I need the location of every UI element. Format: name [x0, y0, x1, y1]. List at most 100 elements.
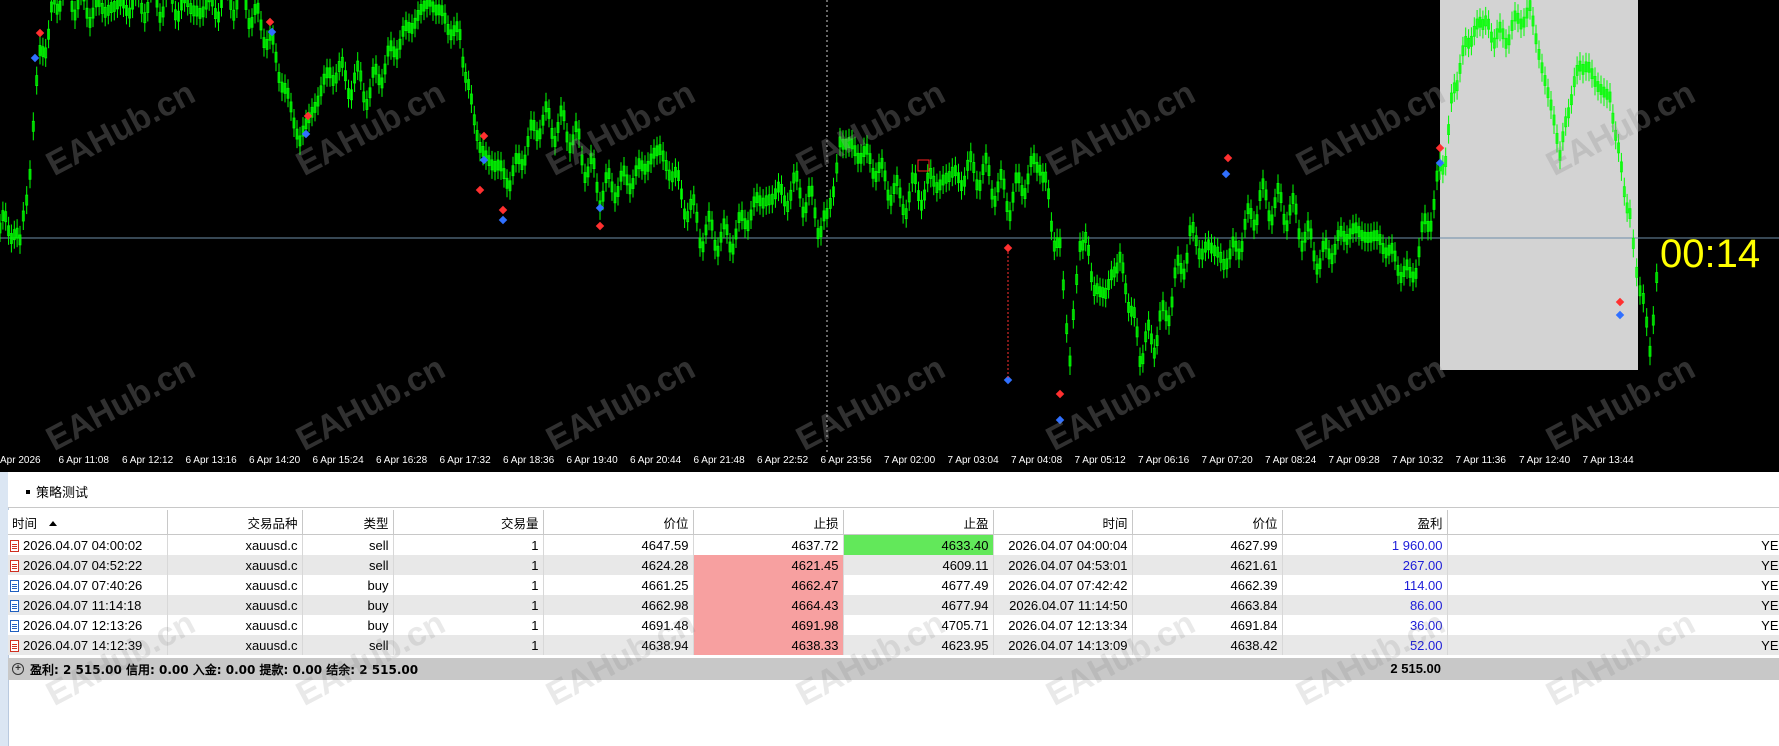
trade-history-grid[interactable]: 时间 交易品种 类型 交易量 价位 止损 止盈 时间 价位 盈利 2026.04…: [8, 510, 1779, 655]
cell-close-time: 2026.04.07 11:14:50: [993, 595, 1133, 615]
cell-comment: YE: [1447, 575, 1779, 595]
cell-close-time: 2026.04.07 04:53:01: [993, 555, 1133, 575]
sell-order-icon: [10, 559, 19, 572]
col-header-take-profit[interactable]: 止盈: [843, 510, 994, 535]
table-row[interactable]: 2026.04.07 14:12:39 xauusd.c sell 1 4638.94 4…: [8, 635, 1779, 655]
cell-volume: 1: [393, 595, 544, 615]
time-axis-label: 6 Apr 16:28: [376, 455, 428, 466]
cell-type: buy: [302, 595, 394, 615]
time-axis: Apr 2026 6 Apr 11:08 6 Apr 12:12 6 Apr 13:1…: [0, 452, 1779, 472]
time-axis-label: 7 Apr 06:16: [1138, 455, 1190, 466]
time-axis-label: 7 Apr 13:44: [1582, 455, 1634, 466]
cell-comment: YE: [1447, 595, 1779, 615]
col-header-profit[interactable]: 盈利: [1282, 510, 1448, 535]
sell-order-icon: [10, 639, 19, 652]
bullet-icon: [26, 490, 30, 494]
time-axis-label: 7 Apr 12:40: [1519, 455, 1571, 466]
cell-open-time-text: 2026.04.07 12:13:26: [23, 617, 143, 633]
cell-type: buy: [302, 575, 394, 595]
time-axis-label: 7 Apr 08:24: [1265, 455, 1317, 466]
table-header-row: 时间 交易品种 类型 交易量 价位 止损 止盈 时间 价位 盈利: [8, 510, 1779, 535]
cell-close-price: 4621.61: [1132, 555, 1283, 575]
sort-ascending-icon: [49, 520, 58, 526]
cell-open-time: 2026.04.07 11:14:18: [8, 595, 168, 615]
buy-order-icon: [10, 599, 19, 612]
cell-take-profit: 4677.94: [843, 595, 994, 615]
cell-stop-loss: 4664.43: [693, 595, 844, 615]
col-header-symbol[interactable]: 交易品种: [167, 510, 303, 535]
cell-profit: 52.00: [1282, 635, 1448, 655]
col-header-open-price[interactable]: 价位: [543, 510, 694, 535]
time-axis-label: 7 Apr 03:04: [947, 455, 999, 466]
table-row[interactable]: 2026.04.07 12:13:26 xauusd.c buy 1 4691.48 46…: [8, 615, 1779, 635]
cell-profit: 267.00: [1282, 555, 1448, 575]
cell-symbol: xauusd.c: [167, 555, 303, 575]
cell-symbol: xauusd.c: [167, 595, 303, 615]
cell-open-time-text: 2026.04.07 11:14:18: [23, 597, 142, 613]
tab-strategy-tester-label: 策略测试: [36, 486, 89, 501]
cell-take-profit: 4677.49: [843, 575, 994, 595]
cell-open-time: 2026.04.07 04:00:02: [8, 534, 168, 555]
cell-close-price: 4638.42: [1132, 635, 1283, 655]
price-chart[interactable]: 00:14: [0, 0, 1779, 452]
table-row[interactable]: 2026.04.07 11:14:18 xauusd.c buy 1 4662.98 46…: [8, 595, 1779, 615]
time-axis-label: 6 Apr 12:12: [122, 455, 174, 466]
trade-marker: [475, 185, 485, 195]
trade-marker: [498, 205, 508, 215]
cell-close-time: 2026.04.07 04:00:04: [993, 534, 1133, 555]
cell-stop-loss: 4691.98: [693, 615, 844, 635]
time-axis-label: 7 Apr 09:28: [1328, 455, 1380, 466]
cell-volume: 1: [393, 534, 544, 555]
cell-type: sell: [302, 534, 394, 555]
cell-close-price: 4662.39: [1132, 575, 1283, 595]
cell-volume: 1: [393, 575, 544, 595]
time-axis-label: 7 Apr 07:20: [1201, 455, 1253, 466]
cell-volume: 1: [393, 615, 544, 635]
cell-volume: 1: [393, 635, 544, 655]
col-header-stop-loss[interactable]: 止损: [693, 510, 844, 535]
col-header-open-time[interactable]: 时间: [8, 510, 168, 535]
cell-open-time: 2026.04.07 07:40:26: [8, 575, 168, 595]
trade-marker: [1221, 169, 1231, 179]
table-row[interactable]: 2026.04.07 04:00:02 xauusd.c sell 1 4647.59 4…: [8, 534, 1779, 555]
trade-marker: [1223, 153, 1233, 163]
time-axis-label: 6 Apr 22:52: [757, 455, 809, 466]
cell-symbol: xauusd.c: [167, 635, 303, 655]
trade-marker: [265, 17, 275, 27]
cell-open-time: 2026.04.07 14:12:39: [8, 635, 168, 655]
time-axis-label: 6 Apr 21:48: [693, 455, 745, 466]
col-header-volume[interactable]: 交易量: [393, 510, 544, 535]
cell-stop-loss: 4638.33: [693, 635, 844, 655]
cell-take-profit: 4705.71: [843, 615, 994, 635]
trade-marker: [498, 215, 508, 225]
time-axis-label: 7 Apr 11:36: [1455, 455, 1506, 466]
cell-volume: 1: [393, 555, 544, 575]
tab-strategy-tester[interactable]: 策略测试: [18, 482, 88, 501]
summary-row[interactable]: + 盈利: 2 515.00 信用: 0.00 入金: 0.00 提款: 0.0…: [8, 658, 1779, 680]
tester-header: 策略测试: [8, 472, 1779, 508]
time-axis-label: 6 Apr 14:20: [249, 455, 301, 466]
cell-profit: 114.00: [1282, 575, 1448, 595]
cell-take-profit: 4633.40: [843, 534, 994, 555]
cell-close-price: 4627.99: [1132, 534, 1283, 555]
col-header-close-price[interactable]: 价位: [1132, 510, 1283, 535]
cell-stop-loss: 4662.47: [693, 575, 844, 595]
col-header-close-time[interactable]: 时间: [993, 510, 1133, 535]
cell-profit: 86.00: [1282, 595, 1448, 615]
col-header-type[interactable]: 类型: [302, 510, 394, 535]
trade-marker: [1055, 389, 1065, 399]
cell-symbol: xauusd.c: [167, 534, 303, 555]
time-axis-label: 6 Apr 18:36: [503, 455, 555, 466]
expand-plus-icon[interactable]: +: [12, 663, 24, 675]
table-row[interactable]: 2026.04.07 07:40:26 xauusd.c buy 1 4661.25 46…: [8, 575, 1779, 595]
trade-marker: [35, 28, 45, 38]
time-axis-label: 6 Apr 11:08: [58, 455, 109, 466]
candlestick-chart[interactable]: [0, 0, 1779, 452]
cell-open-price: 4662.98: [543, 595, 694, 615]
time-axis-label: 6 Apr 17:32: [439, 455, 491, 466]
time-axis-label: 6 Apr 20:44: [630, 455, 682, 466]
table-row[interactable]: 2026.04.07 04:52:22 xauusd.c sell 1 4624.28 4…: [8, 555, 1779, 575]
cell-close-time: 2026.04.07 07:42:42: [993, 575, 1133, 595]
cell-comment: YE: [1447, 635, 1779, 655]
col-header-comment[interactable]: [1447, 510, 1779, 535]
